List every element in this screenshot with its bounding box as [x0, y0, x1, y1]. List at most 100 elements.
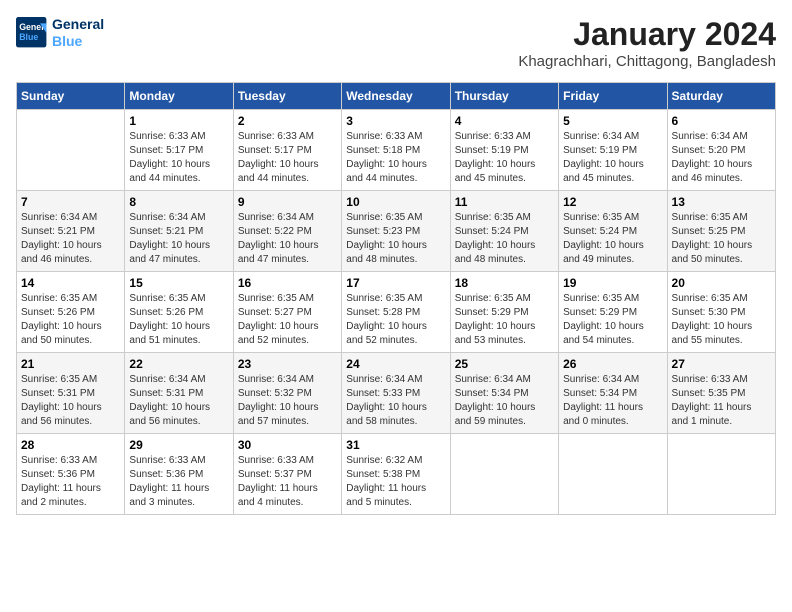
weekday-header-cell: Monday — [125, 83, 233, 110]
day-number: 25 — [455, 357, 554, 371]
day-detail: Sunrise: 6:34 AM Sunset: 5:21 PM Dayligh… — [129, 211, 228, 267]
day-number: 24 — [346, 357, 445, 371]
day-detail: Sunrise: 6:33 AM Sunset: 5:36 PM Dayligh… — [129, 454, 228, 510]
calendar-day-cell: 13 Sunrise: 6:35 AM Sunset: 5:25 PM Dayli… — [667, 191, 775, 272]
calendar-day-cell — [559, 434, 667, 515]
calendar-day-cell — [667, 434, 775, 515]
title-block: January 2024 Khagrachhari, Chittagong, B… — [518, 16, 776, 70]
weekday-header-cell: Wednesday — [342, 83, 450, 110]
day-number: 3 — [346, 114, 445, 128]
calendar-day-cell: 19 Sunrise: 6:35 AM Sunset: 5:29 PM Dayli… — [559, 272, 667, 353]
calendar-day-cell: 29 Sunrise: 6:33 AM Sunset: 5:36 PM Dayli… — [125, 434, 233, 515]
day-number: 29 — [129, 438, 228, 452]
day-number: 28 — [21, 438, 120, 452]
day-detail: Sunrise: 6:35 AM Sunset: 5:30 PM Dayligh… — [672, 292, 771, 348]
calendar-day-cell: 7 Sunrise: 6:34 AM Sunset: 5:21 PM Daylig… — [17, 191, 125, 272]
weekday-header-cell: Tuesday — [233, 83, 341, 110]
calendar-day-cell: 4Sunrise: 6:33 AM Sunset: 5:19 PM Daylig… — [450, 110, 558, 191]
day-number: 22 — [129, 357, 228, 371]
day-detail: Sunrise: 6:35 AM Sunset: 5:27 PM Dayligh… — [238, 292, 337, 348]
calendar-day-cell: 9Sunrise: 6:34 AM Sunset: 5:22 PM Daylig… — [233, 191, 341, 272]
calendar-title: January 2024 — [518, 16, 776, 53]
weekday-header-cell: Thursday — [450, 83, 558, 110]
calendar-day-cell: 1 Sunrise: 6:33 AM Sunset: 5:17 PM Daylig… — [125, 110, 233, 191]
day-number: 11 — [455, 195, 554, 209]
day-detail: Sunrise: 6:34 AM Sunset: 5:19 PM Dayligh… — [563, 130, 662, 186]
day-number: 21 — [21, 357, 120, 371]
calendar-day-cell: 23 Sunrise: 6:34 AM Sunset: 5:32 PM Dayli… — [233, 353, 341, 434]
day-detail: Sunrise: 6:35 AM Sunset: 5:26 PM Dayligh… — [129, 292, 228, 348]
calendar-day-cell: 10 Sunrise: 6:35 AM Sunset: 5:23 PM Dayli… — [342, 191, 450, 272]
calendar-day-cell: 16Sunrise: 6:35 AM Sunset: 5:27 PM Dayli… — [233, 272, 341, 353]
calendar-day-cell: 15 Sunrise: 6:35 AM Sunset: 5:26 PM Dayli… — [125, 272, 233, 353]
day-number: 31 — [346, 438, 445, 452]
day-number: 7 — [21, 195, 120, 209]
day-detail: Sunrise: 6:33 AM Sunset: 5:35 PM Dayligh… — [672, 373, 771, 429]
calendar-day-cell: 31 Sunrise: 6:32 AM Sunset: 5:38 PM Dayli… — [342, 434, 450, 515]
day-number: 6 — [672, 114, 771, 128]
calendar-day-cell: 25 Sunrise: 6:34 AM Sunset: 5:34 PM Dayli… — [450, 353, 558, 434]
day-number: 10 — [346, 195, 445, 209]
calendar-day-cell: 30 Sunrise: 6:33 AM Sunset: 5:37 PM Dayli… — [233, 434, 341, 515]
weekday-header-cell: Saturday — [667, 83, 775, 110]
calendar-day-cell: 6 Sunrise: 6:34 AM Sunset: 5:20 PM Daylig… — [667, 110, 775, 191]
day-detail: Sunrise: 6:35 AM Sunset: 5:23 PM Dayligh… — [346, 211, 445, 267]
logo-text: General — [52, 16, 104, 33]
day-number: 20 — [672, 276, 771, 290]
day-number: 4 — [455, 114, 554, 128]
day-number: 15 — [129, 276, 228, 290]
weekday-header-cell: Friday — [559, 83, 667, 110]
day-number: 5 — [563, 114, 662, 128]
day-detail: Sunrise: 6:35 AM Sunset: 5:29 PM Dayligh… — [563, 292, 662, 348]
weekday-header-cell: Sunday — [17, 83, 125, 110]
calendar-day-cell: 21 Sunrise: 6:35 AM Sunset: 5:31 PM Dayli… — [17, 353, 125, 434]
day-detail: Sunrise: 6:35 AM Sunset: 5:28 PM Dayligh… — [346, 292, 445, 348]
day-detail: Sunrise: 6:33 AM Sunset: 5:37 PM Dayligh… — [238, 454, 337, 510]
calendar-table: SundayMondayTuesdayWednesdayThursdayFrid… — [16, 82, 776, 515]
day-detail: Sunrise: 6:33 AM Sunset: 5:18 PM Dayligh… — [346, 130, 445, 186]
calendar-day-cell: 12 Sunrise: 6:35 AM Sunset: 5:24 PM Dayli… — [559, 191, 667, 272]
day-number: 17 — [346, 276, 445, 290]
day-number: 8 — [129, 195, 228, 209]
day-detail: Sunrise: 6:34 AM Sunset: 5:31 PM Dayligh… — [129, 373, 228, 429]
day-number: 13 — [672, 195, 771, 209]
logo-icon: General Blue — [16, 17, 48, 49]
day-detail: Sunrise: 6:35 AM Sunset: 5:24 PM Dayligh… — [455, 211, 554, 267]
day-number: 1 — [129, 114, 228, 128]
calendar-day-cell: 3 Sunrise: 6:33 AM Sunset: 5:18 PM Daylig… — [342, 110, 450, 191]
header: General Blue General Blue January 2024 K… — [16, 16, 776, 70]
day-detail: Sunrise: 6:34 AM Sunset: 5:20 PM Dayligh… — [672, 130, 771, 186]
day-detail: Sunrise: 6:34 AM Sunset: 5:34 PM Dayligh… — [455, 373, 554, 429]
day-number: 30 — [238, 438, 337, 452]
calendar-day-cell: 2 Sunrise: 6:33 AM Sunset: 5:17 PM Daylig… — [233, 110, 341, 191]
calendar-day-cell: 22 Sunrise: 6:34 AM Sunset: 5:31 PM Dayli… — [125, 353, 233, 434]
day-detail: Sunrise: 6:34 AM Sunset: 5:34 PM Dayligh… — [563, 373, 662, 429]
day-detail: Sunrise: 6:35 AM Sunset: 5:31 PM Dayligh… — [21, 373, 120, 429]
calendar-day-cell — [17, 110, 125, 191]
calendar-day-cell: 27Sunrise: 6:33 AM Sunset: 5:35 PM Dayli… — [667, 353, 775, 434]
day-detail: Sunrise: 6:32 AM Sunset: 5:38 PM Dayligh… — [346, 454, 445, 510]
calendar-week-row: 21 Sunrise: 6:35 AM Sunset: 5:31 PM Dayli… — [17, 353, 776, 434]
day-detail: Sunrise: 6:33 AM Sunset: 5:17 PM Dayligh… — [238, 130, 337, 186]
calendar-week-row: 28 Sunrise: 6:33 AM Sunset: 5:36 PM Dayli… — [17, 434, 776, 515]
day-detail: Sunrise: 6:35 AM Sunset: 5:26 PM Dayligh… — [21, 292, 120, 348]
day-number: 2 — [238, 114, 337, 128]
day-detail: Sunrise: 6:35 AM Sunset: 5:25 PM Dayligh… — [672, 211, 771, 267]
day-detail: Sunrise: 6:35 AM Sunset: 5:24 PM Dayligh… — [563, 211, 662, 267]
day-number: 9 — [238, 195, 337, 209]
calendar-subtitle: Khagrachhari, Chittagong, Bangladesh — [518, 53, 776, 70]
calendar-day-cell: 28Sunrise: 6:33 AM Sunset: 5:36 PM Dayli… — [17, 434, 125, 515]
day-detail: Sunrise: 6:34 AM Sunset: 5:32 PM Dayligh… — [238, 373, 337, 429]
day-number: 23 — [238, 357, 337, 371]
day-detail: Sunrise: 6:33 AM Sunset: 5:17 PM Dayligh… — [129, 130, 228, 186]
day-number: 19 — [563, 276, 662, 290]
calendar-day-cell: 18Sunrise: 6:35 AM Sunset: 5:29 PM Dayli… — [450, 272, 558, 353]
day-number: 12 — [563, 195, 662, 209]
day-detail: Sunrise: 6:35 AM Sunset: 5:29 PM Dayligh… — [455, 292, 554, 348]
day-detail: Sunrise: 6:34 AM Sunset: 5:21 PM Dayligh… — [21, 211, 120, 267]
calendar-day-cell: 20 Sunrise: 6:35 AM Sunset: 5:30 PM Dayli… — [667, 272, 775, 353]
calendar-day-cell: 24Sunrise: 6:34 AM Sunset: 5:33 PM Dayli… — [342, 353, 450, 434]
calendar-day-cell: 26Sunrise: 6:34 AM Sunset: 5:34 PM Dayli… — [559, 353, 667, 434]
calendar-day-cell: 5 Sunrise: 6:34 AM Sunset: 5:19 PM Daylig… — [559, 110, 667, 191]
calendar-week-row: 7 Sunrise: 6:34 AM Sunset: 5:21 PM Daylig… — [17, 191, 776, 272]
